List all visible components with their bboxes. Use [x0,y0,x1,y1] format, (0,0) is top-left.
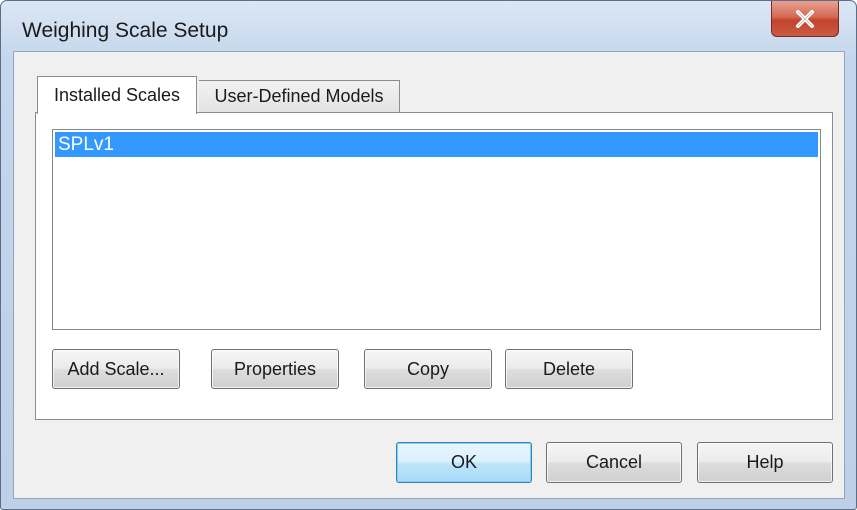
dialog-client-area: Installed Scales User-Defined Models SPL… [13,51,845,499]
tab-label: User-Defined Models [214,86,384,106]
cancel-button[interactable]: Cancel [546,442,682,483]
tab-user-defined-models[interactable]: User-Defined Models [199,80,400,112]
add-scale-button[interactable]: Add Scale... [52,349,180,389]
installed-scales-panel: SPLv1 Add Scale... Properties Copy Delet… [35,112,833,420]
delete-button[interactable]: Delete [505,349,633,389]
tab-label: Installed Scales [53,85,181,105]
list-item[interactable]: SPLv1 [55,132,818,157]
help-button[interactable]: Help [697,442,833,483]
close-button[interactable] [771,1,839,37]
title-bar[interactable]: Weighing Scale Setup [1,1,856,51]
dialog-window: Weighing Scale Setup Installed Scales Us… [0,0,857,510]
window-title: Weighing Scale Setup [22,19,229,42]
tab-installed-scales[interactable]: Installed Scales [37,76,197,114]
scales-listbox[interactable]: SPLv1 [52,129,821,330]
ok-button[interactable]: OK [396,442,532,483]
copy-button[interactable]: Copy [364,349,492,389]
properties-button[interactable]: Properties [211,349,339,389]
close-icon [795,9,815,28]
